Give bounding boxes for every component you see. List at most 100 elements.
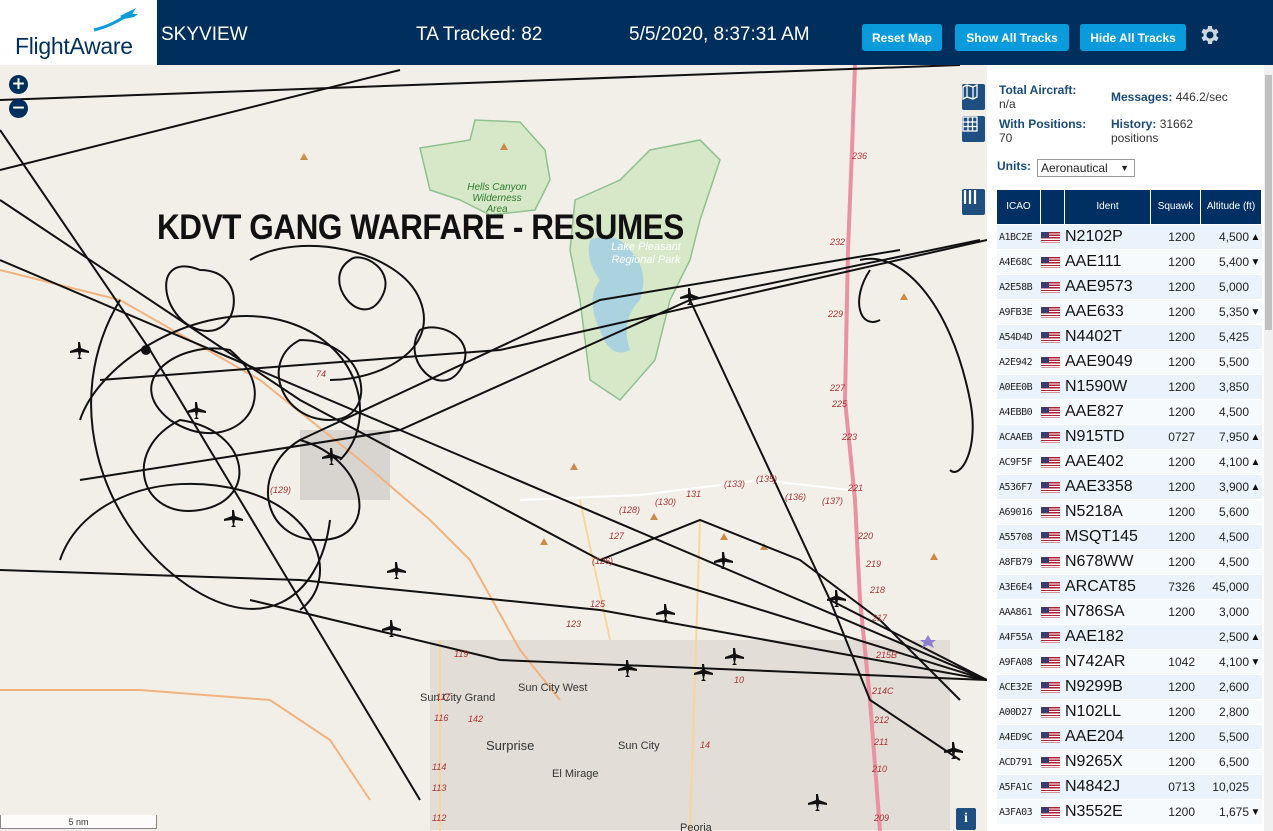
- units-select[interactable]: Aeronautical ▼: [1037, 159, 1135, 177]
- row-icao: A4ED9C: [999, 731, 1033, 743]
- hide-all-tracks-button[interactable]: Hide All Tracks: [1080, 24, 1186, 51]
- aircraft-row[interactable]: A4E68C AAE111 1200 5,400 ▼: [997, 250, 1262, 275]
- aircraft-row[interactable]: AAA861 N786SA 1200 3,000: [997, 600, 1262, 625]
- road-label: 220: [858, 531, 874, 541]
- row-altitude: 3,000: [1218, 605, 1249, 619]
- aircraft-row[interactable]: ACE32E N9299B 1200 2,600: [997, 675, 1262, 700]
- row-ident: N102LL: [1065, 703, 1122, 720]
- row-flag: [1041, 656, 1065, 668]
- row-altitude: 4,100: [1218, 655, 1249, 669]
- show-all-tracks-button[interactable]: Show All Tracks: [955, 24, 1069, 51]
- reset-map-button[interactable]: Reset Map: [862, 24, 942, 51]
- flightaware-logo[interactable]: FlightAware: [0, 0, 157, 65]
- row-altitude: 4,500: [1218, 230, 1249, 244]
- aircraft-row[interactable]: ACAAEB N915TD 0727 7,950 ▲: [997, 425, 1262, 450]
- us-flag-icon: [1041, 456, 1060, 468]
- row-flag: [1041, 706, 1065, 718]
- us-flag-icon: [1041, 531, 1060, 543]
- col-flag[interactable]: [1041, 190, 1065, 224]
- road-label: 131: [686, 489, 702, 499]
- map-canvas[interactable]: Hells Canyon Wilderness Area Lake Pleasa…: [0, 65, 987, 831]
- aircraft-row[interactable]: A2E942 AAE9049 1200 5,500: [997, 350, 1262, 375]
- table-toggle-button[interactable]: [962, 116, 985, 142]
- row-altitude: 45,000: [1212, 580, 1249, 594]
- road-label: (137): [822, 496, 844, 506]
- col-ident[interactable]: Ident: [1065, 190, 1151, 224]
- aircraft-row[interactable]: A5FA1C N4842J 0713 10,025: [997, 775, 1262, 800]
- chevron-down-icon: ▼: [1120, 163, 1129, 173]
- col-squawk[interactable]: Squawk: [1151, 190, 1201, 224]
- us-flag-icon: [1041, 606, 1060, 618]
- row-altitude: 7,950: [1218, 430, 1249, 444]
- label-surprise: Surprise: [486, 738, 535, 753]
- messages-stat: Messages: 446.2/sec: [1111, 90, 1228, 104]
- row-ident: N1590W: [1065, 378, 1128, 395]
- aircraft-row[interactable]: A1BC2E N2102P 1200 4,500 ▲: [997, 225, 1262, 250]
- road-label: (128): [619, 505, 641, 515]
- aircraft-row[interactable]: A00D27 N102LL 1200 2,800: [997, 700, 1262, 725]
- aircraft-table-header: ICAO Ident Squawk Altitude (ft): [997, 190, 1262, 224]
- sidebar-scrollbar[interactable]: [1264, 65, 1273, 831]
- aircraft-row[interactable]: A2E58B AAE9573 1200 5,000: [997, 275, 1262, 300]
- row-squawk: 1200: [1168, 305, 1195, 319]
- row-squawk: 0727: [1168, 430, 1195, 444]
- road-label: (133): [724, 479, 746, 489]
- aircraft-row[interactable]: ACD791 N9265X 1200 6,500: [997, 750, 1262, 775]
- zoom-in-button[interactable]: +: [9, 75, 28, 94]
- aircraft-row[interactable]: AC9F5F AAE402 1200 4,100 ▲: [997, 450, 1262, 475]
- gear-icon[interactable]: [1197, 23, 1221, 47]
- row-flag: [1041, 806, 1065, 818]
- col-altitude[interactable]: Altitude (ft): [1201, 190, 1262, 224]
- row-icao: A3E6E4: [999, 581, 1033, 593]
- row-flag: [1041, 456, 1065, 468]
- aircraft-row[interactable]: A536F7 AAE3358 1200 3,900 ▲: [997, 475, 1262, 500]
- row-altitude-trend: ▼: [1250, 656, 1261, 668]
- row-icao: A55708: [999, 531, 1033, 543]
- row-flag: [1041, 281, 1065, 293]
- road-label: 227: [830, 383, 846, 393]
- row-flag: [1041, 256, 1065, 268]
- aircraft-row[interactable]: A54D4D N4402T 1200 5,425: [997, 325, 1262, 350]
- row-icao: A3FA03: [999, 806, 1033, 818]
- us-flag-icon: [1041, 631, 1060, 643]
- aircraft-row[interactable]: A8FB79 N678WW 1200 4,500: [997, 550, 1262, 575]
- row-ident: N742AR: [1065, 653, 1126, 670]
- aircraft-row[interactable]: A3E6E4 ARCAT85 7326 45,000: [997, 575, 1262, 600]
- row-ident: AAE3358: [1065, 478, 1133, 495]
- road-label: (135): [756, 474, 778, 484]
- aircraft-row[interactable]: A0EE0B N1590W 1200 3,850: [997, 375, 1262, 400]
- aircraft-row[interactable]: A9FA08 N742AR 1042 4,100 ▼: [997, 650, 1262, 675]
- road-label: 112: [432, 813, 447, 823]
- col-icao[interactable]: ICAO: [997, 190, 1041, 224]
- aircraft-sidebar: Total Aircraft: n/a Messages: 446.2/sec …: [987, 65, 1273, 831]
- units-label: Units:: [997, 159, 1031, 173]
- messages-label: Messages:: [1111, 90, 1173, 104]
- row-flag: [1041, 531, 1065, 543]
- aircraft-row[interactable]: A4EBB0 AAE827 1200 4,500: [997, 400, 1262, 425]
- road-label: 10: [734, 675, 745, 685]
- row-altitude: 2,600: [1218, 680, 1249, 694]
- road-label: 214C: [872, 686, 894, 696]
- columns-button[interactable]: [962, 189, 985, 215]
- row-ident: N678WW: [1065, 553, 1134, 570]
- row-icao: AC9F5F: [999, 456, 1033, 468]
- info-button[interactable]: i: [956, 808, 976, 830]
- row-altitude: 4,500: [1218, 405, 1249, 419]
- aircraft-row[interactable]: A4F55A AAE182 2,500 ▲: [997, 625, 1262, 650]
- aircraft-row[interactable]: A9FB3E AAE633 1200 5,350 ▼: [997, 300, 1262, 325]
- aircraft-row[interactable]: A55708 MSQT145 1200 4,500: [997, 525, 1262, 550]
- map-layers-button[interactable]: [962, 84, 985, 110]
- aircraft-row[interactable]: A69016 N5218A 1200 5,600: [997, 500, 1262, 525]
- aircraft-row[interactable]: A4ED9C AAE204 1200 5,500: [997, 725, 1262, 750]
- row-altitude-trend: ▼: [1250, 256, 1261, 268]
- row-icao: A5FA1C: [999, 781, 1033, 793]
- park-lake-pleasant: [569, 139, 721, 401]
- row-flag: [1041, 506, 1065, 518]
- row-ident: N915TD: [1065, 428, 1125, 445]
- aircraft-row[interactable]: A3FA03 N3552E 1200 1,675 ▼: [997, 800, 1262, 825]
- zoom-out-button[interactable]: −: [9, 99, 28, 118]
- row-ident: AAE633: [1065, 303, 1124, 320]
- row-flag: [1041, 581, 1065, 593]
- scrollbar-thumb[interactable]: [1265, 75, 1272, 330]
- row-altitude: 5,000: [1218, 280, 1249, 294]
